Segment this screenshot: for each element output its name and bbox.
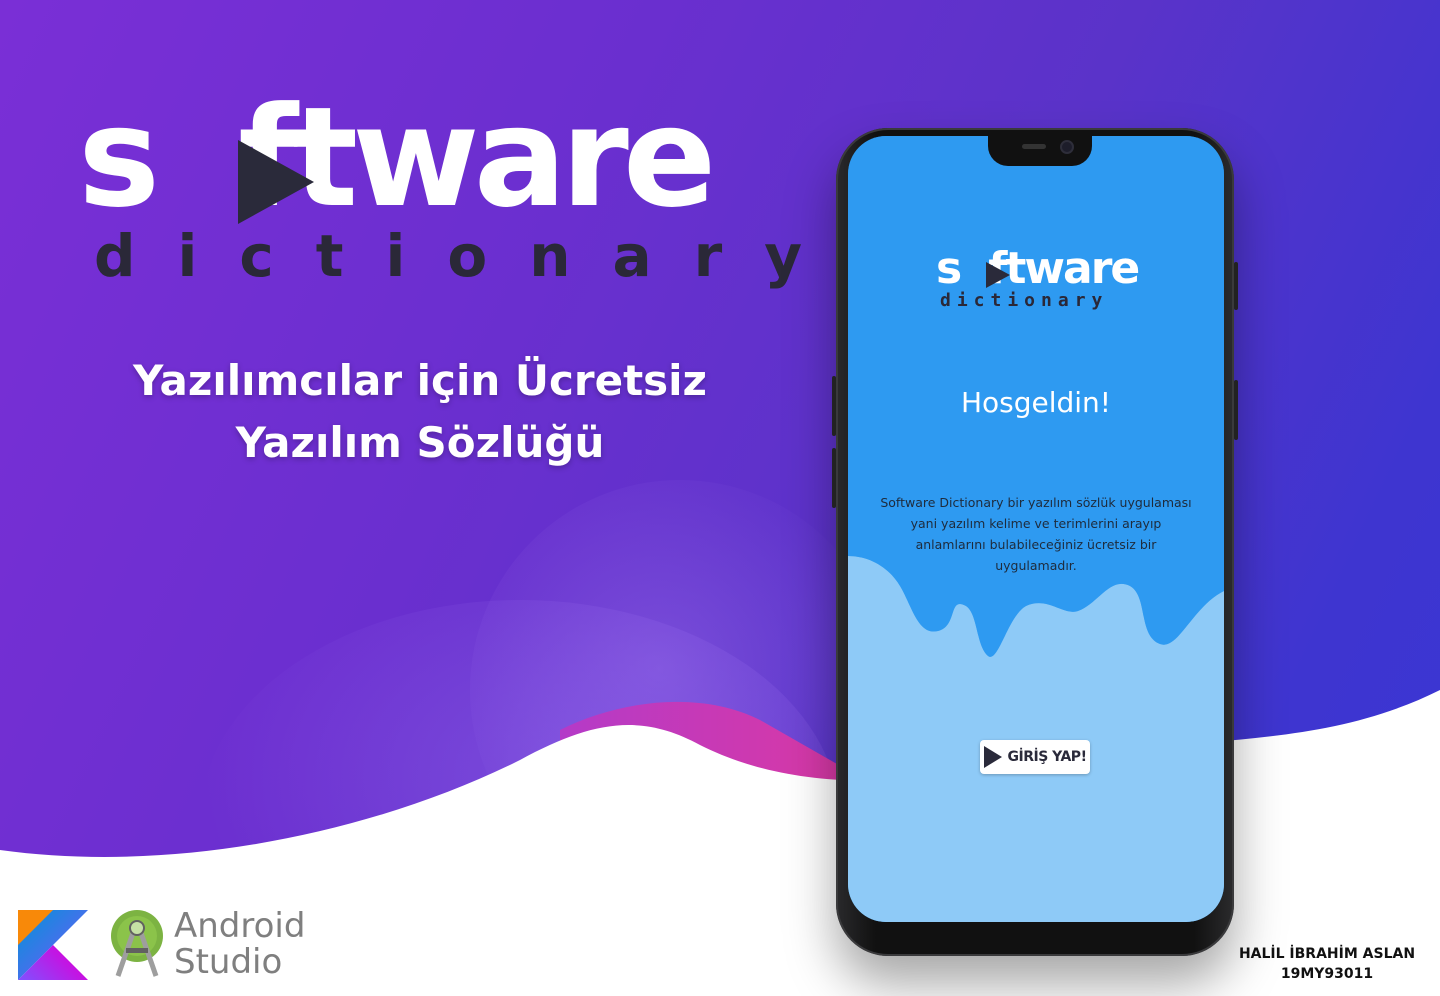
author-credit: HALİL İBRAHİM ASLAN 19MY93011 bbox=[1220, 944, 1434, 984]
phone-power-button bbox=[1234, 262, 1238, 310]
phone-volume-button bbox=[832, 376, 836, 436]
play-icon bbox=[238, 140, 314, 224]
camera-icon bbox=[1060, 140, 1074, 154]
app-logo: s ftware dictionary bbox=[78, 77, 802, 291]
tagline-line-1: Yazılımcılar için Ücretsiz bbox=[133, 356, 707, 405]
screen-logo-subtitle: dictionary bbox=[940, 290, 1109, 311]
logo-subtitle: dictionary bbox=[94, 222, 845, 290]
login-button-label: GİRİŞ YAP! bbox=[1007, 749, 1087, 765]
screen-app-logo: s ftware dictionary bbox=[936, 246, 1146, 326]
play-icon bbox=[983, 746, 1002, 768]
login-button[interactable]: GİRİŞ YAP! bbox=[980, 740, 1090, 774]
kotlin-icon bbox=[18, 910, 88, 980]
author-name: HALİL İBRAHİM ASLAN bbox=[1238, 946, 1416, 962]
screen-logo-wordmark: s ftware bbox=[936, 243, 1140, 294]
app-screen: s ftware dictionary Hosgeldin! Software D… bbox=[848, 136, 1224, 922]
welcome-heading: Hosgeldin! bbox=[960, 386, 1112, 419]
phone-notch bbox=[988, 136, 1092, 166]
phone-speaker bbox=[1022, 144, 1046, 149]
phone-volume-button bbox=[832, 448, 836, 508]
android-studio-label: Android Studio bbox=[174, 906, 306, 982]
android-studio-icon bbox=[111, 910, 163, 977]
tagline-line-2: Yazılım Sözlüğü bbox=[235, 418, 605, 467]
app-description: Software Dictionary bir yazılım sözlük u… bbox=[880, 495, 1192, 573]
author-id: 19MY93011 bbox=[1280, 966, 1374, 982]
logo-wordmark: s ftware bbox=[78, 77, 716, 238]
phone-side-button bbox=[1234, 380, 1238, 440]
play-icon bbox=[986, 262, 1010, 288]
tagline: Yazılımcılar için Ücretsiz Yazılım Sözlü… bbox=[60, 350, 780, 474]
